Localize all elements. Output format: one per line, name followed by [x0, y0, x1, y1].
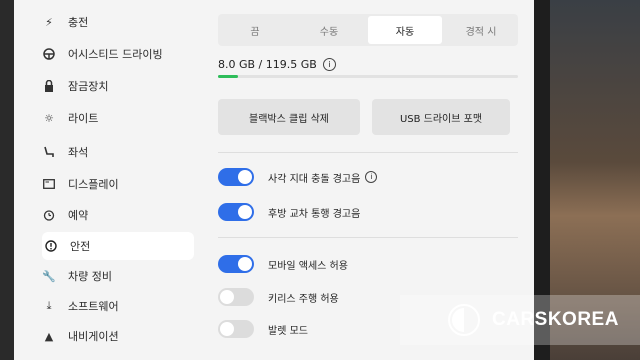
sun-icon: ☼ — [44, 111, 54, 125]
toggle-label: 후방 교차 통행 경고음 — [268, 208, 361, 220]
watermark: CARSKOREA — [400, 295, 640, 345]
sidebar-item-label: 어시스티드 드라이빙 — [68, 48, 163, 61]
storage-usage: 8.0 GB / 119.5 GB i — [218, 58, 336, 71]
sidebar-item-locks[interactable]: 잠금장치 — [42, 72, 194, 100]
mobile-access-toggle[interactable] — [218, 255, 254, 273]
dashcam-mode-tabs: 끔 수동 자동 경적 시 — [218, 14, 518, 46]
sidebar-item-label: 내비게이션 — [68, 330, 119, 343]
sidebar-item-label: 소프트웨어 — [68, 300, 119, 313]
info-icon[interactable]: i — [322, 58, 336, 71]
keyless-driving-toggle[interactable] — [218, 288, 254, 306]
sidebar-item-label: 라이트 — [68, 112, 99, 125]
sidebar-item-display[interactable]: 디스플레이 — [42, 170, 194, 198]
sidebar-item-schedule[interactable]: 예약 — [42, 201, 194, 229]
sidebar-item-charging[interactable]: ⚡ 충전 — [42, 8, 194, 36]
divider — [218, 237, 518, 238]
carskorea-logo-icon — [448, 304, 480, 336]
alarm-clock-icon — [42, 208, 56, 222]
storage-bar — [218, 75, 518, 78]
storage-bar-fill — [218, 75, 239, 78]
toggle-label: 키리스 주행 허용 — [268, 293, 339, 305]
sidebar-item-label: 안전 — [70, 240, 91, 253]
sidebar-item-label: 잠금장치 — [68, 80, 109, 93]
sidebar-item-seats[interactable]: 좌석 — [42, 138, 194, 166]
rear-cross-traffic-chime-toggle[interactable] — [218, 203, 254, 221]
mobile-access-row: 모바일 액세스 허용 — [218, 255, 348, 273]
lock-icon — [42, 79, 56, 93]
keyless-driving-row: 키리스 주행 허용 — [218, 288, 339, 306]
tab-off[interactable]: 끔 — [218, 14, 292, 46]
sidebar-item-navigation[interactable]: ▲ 내비게이션 — [42, 322, 194, 350]
tab-on-honk[interactable]: 경적 시 — [444, 14, 518, 46]
settings-sidebar: ⚡ 충전 어시스티드 드라이빙 잠금장치 ☼ 라이트 좌석 디스플레이 예약 안… — [14, 0, 200, 360]
watermark-text: CARSKOREA — [492, 309, 619, 330]
sidebar-item-label: 차량 정비 — [68, 270, 112, 283]
sidebar-item-label: 예약 — [68, 209, 89, 222]
valet-mode-toggle[interactable] — [218, 320, 254, 338]
toggle-label: 발렛 모드 — [268, 325, 308, 337]
sidebar-item-safety[interactable]: 안전 — [42, 232, 194, 260]
blind-spot-chime-row: 사각 지대 충돌 경고음 i — [218, 168, 378, 186]
wrench-icon: 🔧 — [42, 269, 56, 283]
info-icon[interactable]: i — [365, 171, 378, 183]
toggle-label: 사각 지대 충돌 경고음 — [268, 173, 361, 185]
storage-text: 8.0 GB / 119.5 GB — [218, 58, 317, 71]
seat-icon — [42, 145, 56, 159]
tab-auto[interactable]: 자동 — [368, 16, 442, 44]
sidebar-item-label: 디스플레이 — [68, 178, 119, 191]
display-icon — [42, 177, 56, 191]
sidebar-item-lights[interactable]: ☼ 라이트 — [42, 104, 194, 132]
tab-manual[interactable]: 수동 — [292, 14, 366, 46]
sidebar-item-assisted-driving[interactable]: 어시스티드 드라이빙 — [42, 40, 194, 68]
sidebar-item-service[interactable]: 🔧 차량 정비 — [42, 262, 194, 290]
download-icon: ⤓ — [46, 299, 52, 312]
toggle-label: 모바일 액세스 허용 — [268, 260, 348, 272]
valet-mode-row: 발렛 모드 — [218, 320, 308, 338]
rear-cross-traffic-chime-row: 후방 교차 통행 경고음 — [218, 203, 360, 221]
bolt-icon: ⚡ — [45, 15, 53, 29]
sidebar-item-label: 충전 — [68, 16, 89, 29]
format-usb-button[interactable]: USB 드라이브 포맷 — [372, 99, 510, 135]
steering-wheel-icon — [42, 47, 56, 61]
info-circle-icon — [44, 239, 58, 253]
sidebar-item-label: 좌석 — [68, 146, 89, 159]
navigation-arrow-icon: ▲ — [44, 329, 54, 343]
sidebar-item-software[interactable]: ⤓ 소프트웨어 — [42, 292, 194, 320]
divider — [218, 152, 518, 153]
blind-spot-chime-toggle[interactable] — [218, 168, 254, 186]
delete-dashcam-clips-button[interactable]: 블랙박스 클립 삭제 — [218, 99, 360, 135]
